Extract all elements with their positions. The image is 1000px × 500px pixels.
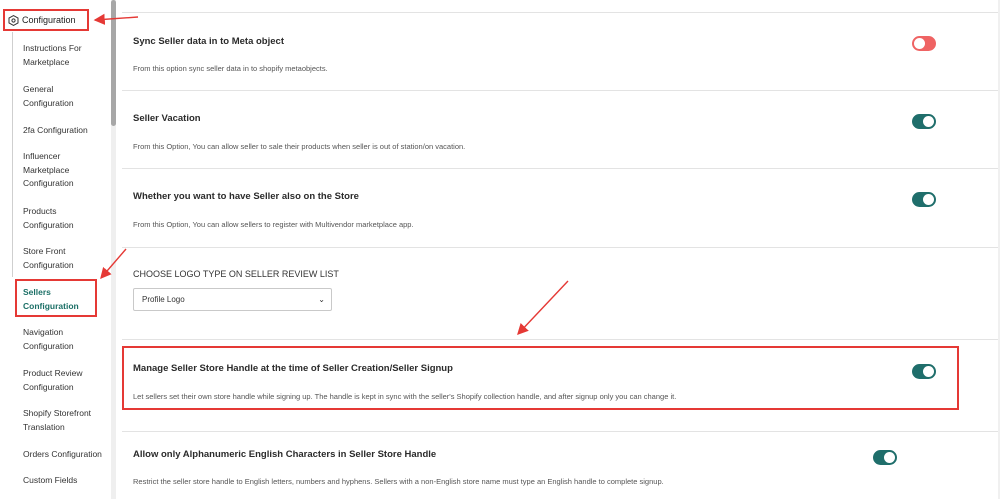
annotation-arrows	[93, 13, 569, 336]
arrow-to-sellers-configuration	[100, 248, 127, 280]
arrow-to-configuration	[93, 13, 139, 25]
arrow-to-store-handle-setting	[517, 280, 569, 336]
